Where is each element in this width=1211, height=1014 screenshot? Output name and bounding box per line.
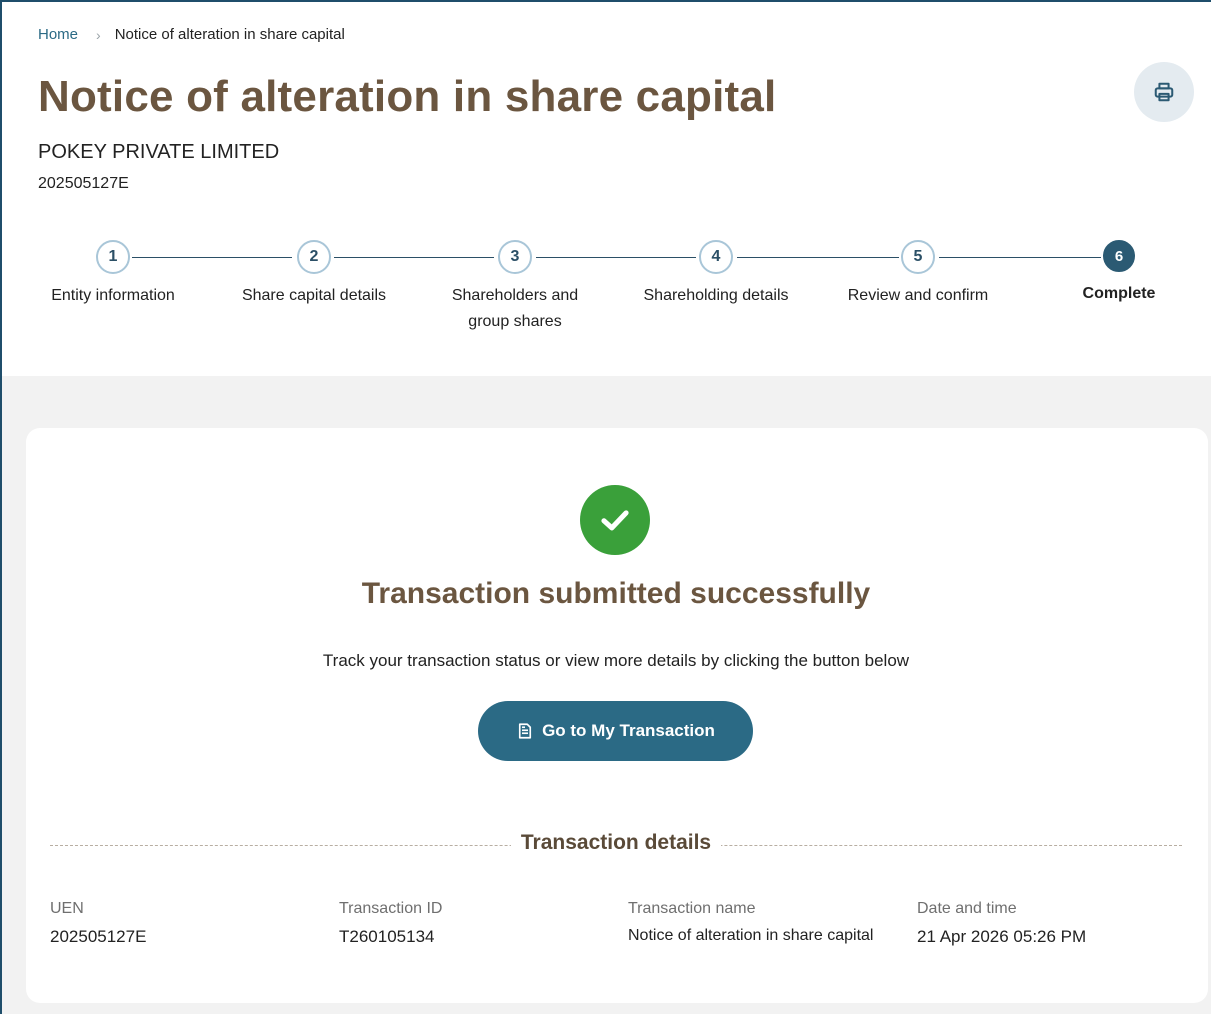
breadcrumb-home-link[interactable]: Home bbox=[38, 26, 78, 43]
step-2: 2 Share capital details bbox=[224, 240, 404, 309]
progress-stepper: 1 Entity information 2 Share capital det… bbox=[0, 240, 1211, 340]
field-date-time: Date and time 21 Apr 2026 05:26 PM bbox=[917, 900, 1086, 947]
step-label: Entity information bbox=[51, 287, 175, 304]
step-label: Shareholding details bbox=[643, 287, 789, 304]
step-label: Shareholders and group shares bbox=[451, 287, 579, 330]
field-value: 21 Apr 2026 05:26 PM bbox=[917, 927, 1087, 946]
go-to-my-transaction-button[interactable]: Go to My Transaction bbox=[478, 701, 753, 761]
field-label: Transaction name bbox=[628, 900, 756, 917]
step-1: 1 Entity information bbox=[23, 240, 203, 309]
printer-icon bbox=[1154, 82, 1174, 102]
field-value: Notice of alteration in share capital bbox=[628, 927, 874, 944]
step-number: 3 bbox=[498, 240, 532, 274]
step-label-active: Complete bbox=[1082, 285, 1156, 302]
step-label: Review and confirm bbox=[847, 287, 989, 304]
page-header: Home › Notice of alteration in share cap… bbox=[0, 0, 1211, 376]
field-value: 202505127E bbox=[50, 927, 147, 946]
breadcrumb-current: Notice of alteration in share capital bbox=[114, 26, 345, 43]
company-name: POKEY PRIVATE LIMITED bbox=[38, 141, 280, 163]
field-transaction-name: Transaction name Notice of alteration in… bbox=[628, 900, 873, 945]
document-icon bbox=[518, 723, 532, 739]
field-label: UEN bbox=[50, 900, 84, 917]
step-3: 3 Shareholders and group shares bbox=[425, 240, 605, 335]
go-to-my-transaction-label: Go to My Transaction bbox=[542, 721, 715, 740]
field-value: T260105134 bbox=[339, 927, 435, 946]
field-label: Transaction ID bbox=[339, 900, 443, 917]
success-message: Track your transaction status or view mo… bbox=[322, 651, 910, 670]
step-5: 5 Review and confirm bbox=[828, 240, 1008, 309]
print-button[interactable] bbox=[1134, 62, 1194, 122]
breadcrumb: Home › Notice of alteration in share cap… bbox=[38, 26, 345, 43]
field-transaction-id: Transaction ID T260105134 bbox=[339, 900, 442, 947]
page-title: Notice of alteration in share capital bbox=[38, 72, 777, 121]
step-number-active: 6 bbox=[1103, 240, 1135, 272]
step-number: 5 bbox=[901, 240, 935, 274]
success-title: Transaction submitted successfully bbox=[361, 577, 871, 610]
step-number: 1 bbox=[96, 240, 130, 274]
check-circle-icon bbox=[580, 485, 650, 555]
step-4: 4 Shareholding details bbox=[626, 240, 806, 309]
step-6: 6 Complete bbox=[1029, 240, 1209, 307]
chevron-right-icon: › bbox=[96, 26, 101, 43]
transaction-details-heading: Transaction details bbox=[50, 831, 1182, 855]
company-uen: 202505127E bbox=[38, 175, 129, 192]
field-label: Date and time bbox=[917, 900, 1017, 917]
step-number: 2 bbox=[297, 240, 331, 274]
step-label: Share capital details bbox=[241, 287, 387, 304]
field-uen: UEN 202505127E bbox=[50, 900, 146, 947]
transaction-details-divider: Transaction details bbox=[50, 830, 1182, 860]
step-number: 4 bbox=[699, 240, 733, 274]
